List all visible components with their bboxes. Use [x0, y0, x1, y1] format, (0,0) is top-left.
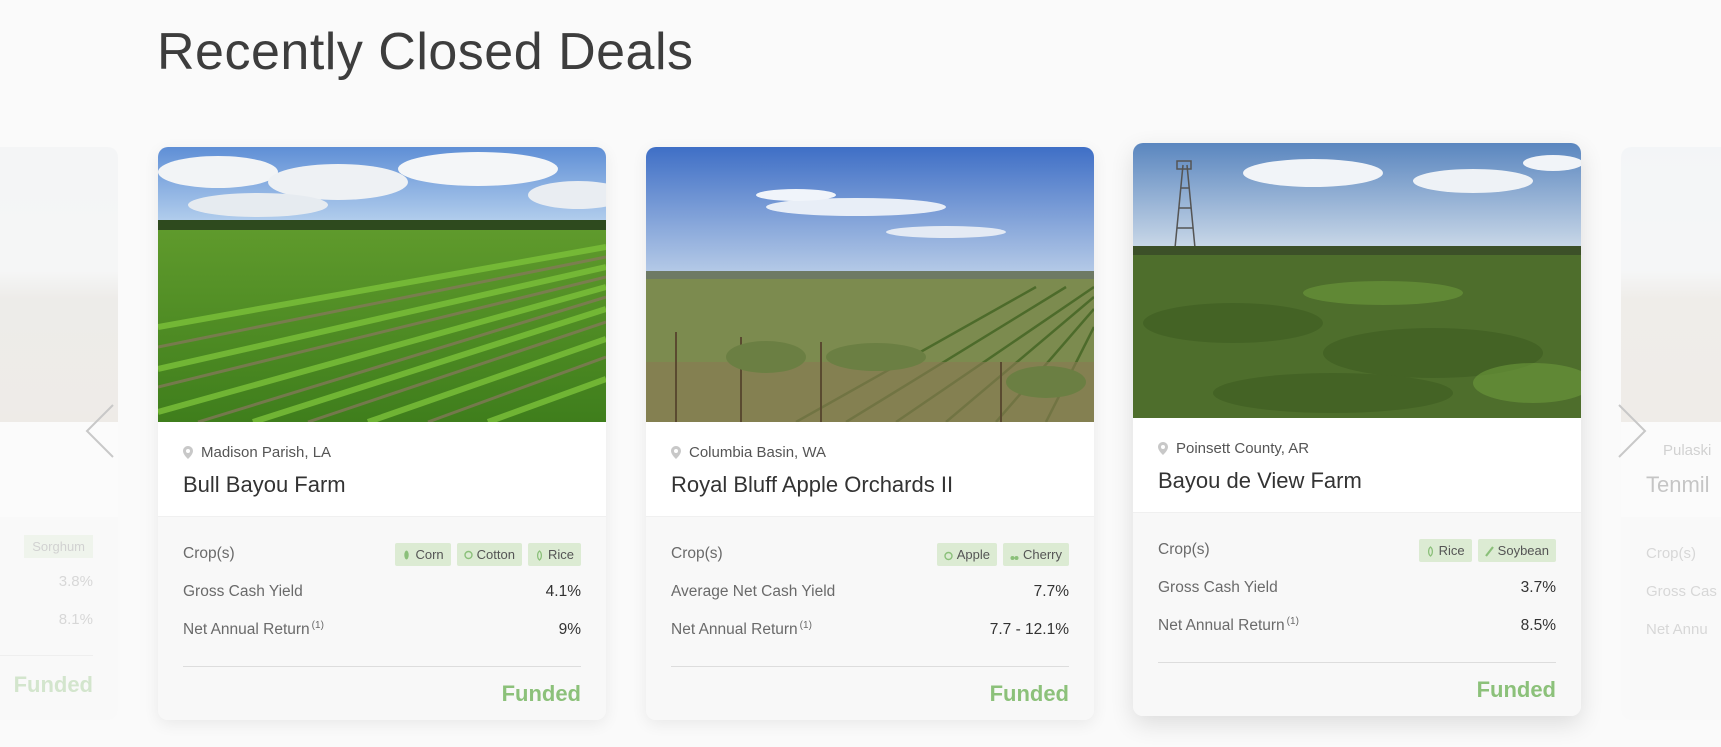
page-title: Recently Closed Deals [157, 23, 694, 81]
status-label: Funded [501, 681, 581, 706]
yield-value: 4.1% [545, 583, 581, 600]
deal-photo [646, 147, 1094, 422]
crops-label: Crop(s) [1158, 541, 1210, 558]
chevron-left-icon [85, 404, 115, 463]
location-pin-icon [1158, 441, 1168, 455]
crop-chip-apple: Apple [936, 542, 997, 566]
return-value: 8.5% [1520, 617, 1556, 634]
deal-photo [0, 147, 118, 422]
return-value: 8.1% [58, 611, 93, 628]
chevron-right-icon [1617, 404, 1647, 463]
deal-location: Madison Parish, LA [201, 443, 332, 461]
status-label: Funded [13, 672, 93, 697]
return-label: Net Annu [1646, 621, 1708, 638]
deal-location: Columbia Basin, WA [689, 443, 826, 461]
deal-name[interactable]: Bull Bayou Farm [183, 472, 581, 498]
corn-icon [402, 549, 411, 560]
return-label: Net Annual Return [183, 621, 310, 639]
rice-icon [1426, 545, 1435, 557]
status-label: Funded [989, 681, 1069, 706]
crop-chip-rice: Rice [527, 542, 581, 566]
deal-location: Pulaski [1663, 442, 1712, 459]
yield-label: Gross Cas [1646, 583, 1717, 600]
yield-label: Gross Cash Yield [183, 583, 303, 600]
crops-label: Crop(s) [671, 545, 723, 562]
deal-card[interactable]: Poinsett County, AR Bayou de View Farm C… [1133, 143, 1581, 716]
return-label: Net Annual Return [671, 621, 798, 639]
carousel-next-button[interactable] [1617, 403, 1647, 459]
cherry-icon [1010, 549, 1019, 560]
return-value: 9% [558, 621, 581, 638]
return-value: 7.7 - 12.1% [989, 621, 1069, 638]
cotton-icon [463, 549, 473, 560]
footnote-marker: (1) [1286, 616, 1299, 628]
deal-name[interactable]: Bayou de View Farm [1158, 468, 1556, 494]
yield-value: 3.7% [1520, 579, 1556, 596]
apple-icon [944, 549, 953, 560]
deal-name[interactable]: Royal Bluff Apple Orchards II [671, 472, 1069, 498]
deal-photo [1621, 147, 1721, 422]
location-pin-icon [183, 445, 193, 459]
carousel-prev-button[interactable] [85, 403, 115, 459]
deal-name[interactable]: Tenmil [1646, 472, 1710, 498]
yield-value: 3.8% [58, 573, 93, 590]
crops-label: Crop(s) [1646, 545, 1697, 562]
yield-label: Average Net Cash Yield [671, 583, 836, 600]
crop-chip-cherry: Cherry [1002, 542, 1069, 566]
location-pin-icon [671, 445, 681, 459]
deal-photo [158, 147, 606, 422]
deal-card[interactable]: Columbia Basin, WA Royal Bluff Apple Orc… [646, 147, 1094, 720]
crop-chip-rice: Rice [1418, 538, 1472, 562]
soybean-icon [1484, 545, 1494, 557]
crop-chip-cotton: Cotton [456, 542, 522, 566]
return-label: Net Annual Return [1158, 617, 1285, 635]
deal-location: Poinsett County, AR [1176, 439, 1310, 457]
crop-chip-soybean: Soybean [1477, 538, 1556, 562]
rice-icon [535, 549, 544, 561]
crops-label: Crop(s) [183, 545, 235, 562]
deal-card[interactable]: Madison Parish, LA Bull Bayou Farm Crop(… [158, 147, 606, 720]
footnote-marker: (1) [311, 620, 324, 632]
footnote-marker: (1) [799, 620, 812, 632]
yield-label: Gross Cash Yield [1158, 579, 1278, 596]
status-label: Funded [1476, 677, 1556, 702]
crop-chip: Sorghum [24, 535, 93, 558]
yield-value: 7.7% [1033, 583, 1069, 600]
deal-photo [1133, 143, 1581, 418]
crop-chip-corn: Corn [395, 542, 451, 566]
